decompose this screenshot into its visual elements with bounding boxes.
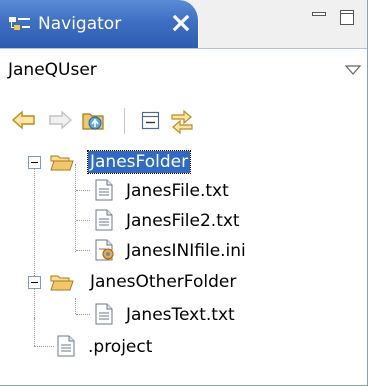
tree-item-label: JanesFile2.txt xyxy=(126,211,240,231)
collapse-toggle[interactable] xyxy=(28,156,41,169)
navigator-tab[interactable]: Navigator xyxy=(0,0,199,48)
resource-tree: JanesFolder JanesFile.txt JanesFile2.txt… xyxy=(0,142,367,382)
minimize-icon[interactable] xyxy=(310,8,328,26)
tree-item-project[interactable]: .project xyxy=(0,332,367,362)
tree-item-label: JanesINIfile.ini xyxy=(126,241,246,261)
tree-item-janesfile[interactable]: JanesFile.txt xyxy=(0,176,367,206)
toolbar-separator xyxy=(124,108,125,134)
maximize-icon[interactable] xyxy=(338,8,356,26)
tree-item-janesfile2[interactable]: JanesFile2.txt xyxy=(0,206,367,236)
collapse-all-icon[interactable] xyxy=(136,106,164,134)
ini-file-icon xyxy=(95,239,114,261)
text-file-icon xyxy=(95,179,113,201)
working-set-row: JaneQUser xyxy=(0,52,367,84)
tree-item-label: .project xyxy=(88,337,153,357)
tab-title: Navigator xyxy=(38,14,122,34)
forward-arrow-icon[interactable] xyxy=(46,106,74,134)
text-file-icon xyxy=(95,303,113,325)
tree-item-janesfolder[interactable]: JanesFolder xyxy=(0,148,367,178)
working-set-label: JaneQUser xyxy=(8,60,97,80)
collapse-toggle[interactable] xyxy=(28,276,41,289)
tree-item-label: JanesFile.txt xyxy=(126,181,229,201)
tree-item-janesotherfolder[interactable]: JanesOtherFolder xyxy=(0,268,367,298)
folder-open-icon xyxy=(50,155,74,171)
up-folder-icon[interactable] xyxy=(80,106,108,134)
navigator-icon xyxy=(9,17,30,30)
tree-item-janestext[interactable]: JanesText.txt xyxy=(0,300,367,330)
text-file-icon xyxy=(95,209,113,231)
back-arrow-icon[interactable] xyxy=(10,106,38,134)
tree-item-label: JanesFolder xyxy=(86,150,192,174)
text-file-icon xyxy=(57,335,75,357)
view-header: Navigator xyxy=(0,0,367,48)
link-with-editor-icon[interactable] xyxy=(168,106,196,134)
tree-item-janesinifile[interactable]: JanesINIfile.ini xyxy=(0,236,367,266)
header-divider xyxy=(0,48,367,49)
close-icon[interactable] xyxy=(172,14,190,32)
navigator-toolbar xyxy=(0,104,367,140)
folder-open-icon xyxy=(50,275,74,291)
navigator-view: Navigator JaneQUser JanesFolder JanesFil… xyxy=(0,0,368,386)
chevron-down-icon[interactable] xyxy=(344,64,362,76)
tree-item-label: JanesOtherFolder xyxy=(90,272,237,292)
tree-item-label: JanesText.txt xyxy=(126,305,235,325)
